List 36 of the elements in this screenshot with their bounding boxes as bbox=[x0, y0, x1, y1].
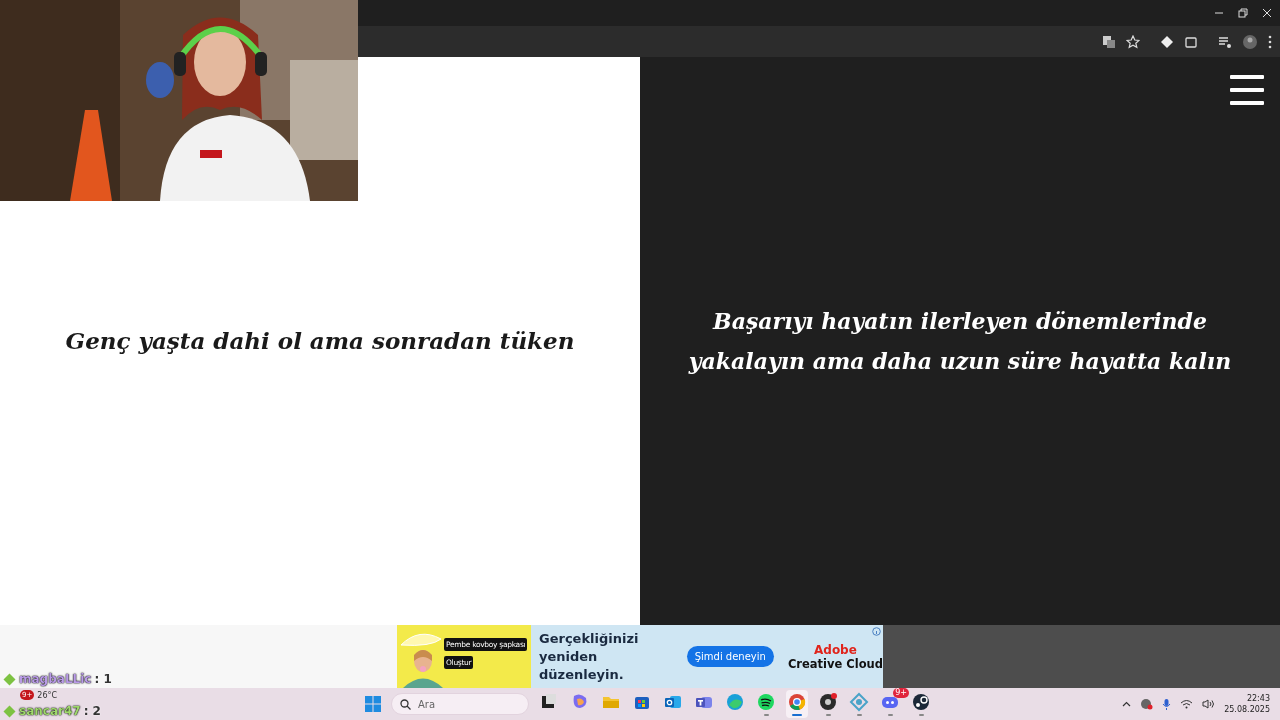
playlist-icon[interactable] bbox=[1218, 34, 1232, 49]
avatar-icon[interactable] bbox=[1242, 33, 1258, 50]
brand-name: Adobe bbox=[814, 642, 857, 657]
music-icon[interactable] bbox=[756, 692, 776, 712]
chevron-icon[interactable] bbox=[1122, 701, 1132, 707]
slide-text: Başarıyı hayatın ilerleyen dönemlerinde yakalayın ama daha uzun süre hayatta kalın bbox=[687, 307, 1233, 376]
try-button[interactable]: Şimdi deneyin bbox=[686, 646, 774, 667]
clock-time[interactable]: 22:43 bbox=[1246, 693, 1270, 704]
record-icon[interactable] bbox=[818, 692, 838, 712]
chat-score: : 2 bbox=[83, 705, 101, 718]
diamond-icon bbox=[3, 673, 16, 686]
chat-username: magbaLLic bbox=[19, 673, 92, 686]
game-icon[interactable] bbox=[911, 692, 931, 712]
menu-icon[interactable] bbox=[1230, 75, 1264, 105]
star-icon[interactable] bbox=[1126, 34, 1140, 49]
browser-icon[interactable] bbox=[787, 692, 807, 712]
restore-icon[interactable] bbox=[1238, 8, 1248, 18]
wifi-icon[interactable] bbox=[1180, 699, 1194, 709]
chat-score: : 1 bbox=[94, 673, 112, 686]
clock-date[interactable]: 25.08.2025 bbox=[1224, 704, 1270, 715]
info-icon[interactable] bbox=[872, 627, 881, 636]
translate-icon[interactable] bbox=[1102, 34, 1116, 49]
search-icon bbox=[400, 699, 411, 710]
speaker-icon[interactable] bbox=[1202, 699, 1216, 709]
microphone-icon[interactable] bbox=[1162, 697, 1172, 711]
diamond-icon bbox=[3, 705, 16, 718]
start-icon[interactable] bbox=[364, 695, 382, 713]
slide-text: Genç yaşta dahi ol ama sonradan tüken bbox=[65, 326, 575, 356]
more-icon[interactable] bbox=[1268, 34, 1272, 49]
chat-username: sancar47 bbox=[19, 705, 81, 718]
close-icon[interactable] bbox=[1262, 8, 1272, 18]
notification-badge: 9+ bbox=[893, 688, 909, 698]
temperature[interactable]: 26°C bbox=[37, 690, 58, 700]
ad-headline: Gerçekliğinizi yeniden düzenleyin. bbox=[539, 629, 640, 684]
search-field[interactable]: Ara bbox=[391, 693, 529, 715]
product-name: Creative Cloud bbox=[787, 656, 883, 671]
